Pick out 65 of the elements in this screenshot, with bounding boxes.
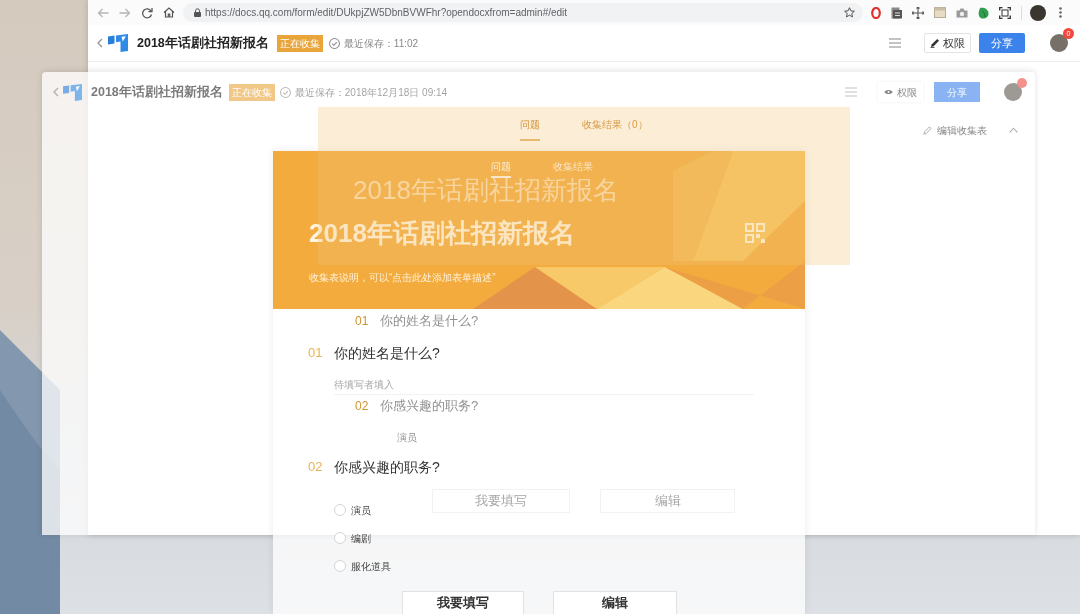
frame-icon[interactable] <box>999 6 1011 19</box>
move-icon[interactable] <box>912 6 924 19</box>
question-text: 你感兴趣的职务? <box>380 397 479 416</box>
user-avatar[interactable] <box>1050 34 1068 52</box>
question-number: 02 <box>355 398 370 415</box>
user-avatar[interactable] <box>1004 83 1022 101</box>
question-number: 02 <box>308 458 324 477</box>
document-icon[interactable] <box>891 6 902 19</box>
radio-button[interactable] <box>334 504 346 516</box>
form-action-button[interactable]: 编辑 <box>553 591 677 614</box>
question-number: 01 <box>308 344 324 363</box>
logo-icon <box>63 83 82 101</box>
radio-button[interactable] <box>334 560 346 572</box>
option-label: 编剧 <box>351 531 371 546</box>
question-number: 01 <box>355 313 370 330</box>
edit-form-link[interactable]: 编辑收集表 <box>937 122 987 138</box>
form-title: 2018年话剧社招新报名 <box>353 177 619 203</box>
tab[interactable]: 问题 <box>520 118 540 141</box>
question-text: 你的姓名是什么? <box>380 312 479 331</box>
document-title: 2018年话剧社招新报名 <box>137 34 269 52</box>
home-icon[interactable] <box>163 7 175 18</box>
profile-avatar[interactable] <box>1030 4 1046 21</box>
more-icon[interactable] <box>1059 7 1062 18</box>
status-badge: 正在收集 <box>228 83 275 101</box>
bookmark-star-icon[interactable] <box>844 7 855 18</box>
question-text: 你感兴趣的职务? <box>334 457 440 477</box>
chevron-up-icon[interactable] <box>1009 127 1018 133</box>
permission-button[interactable]: 权限 <box>924 33 971 53</box>
back-chevron-icon[interactable] <box>97 38 103 48</box>
save-status: 最近保存：11:02 <box>343 36 419 51</box>
address-bar[interactable]: https://docs.qq.com/form/edit/DUkpjZW5DbnBVWFhr?opendocxfrom=admin#/edit <box>183 3 863 22</box>
check-circle-icon <box>328 37 340 49</box>
ring-icon[interactable] <box>871 6 881 19</box>
form-action-button[interactable]: 我要填写 <box>402 591 524 614</box>
status-badge: 正在收集 <box>276 34 323 52</box>
radio-button[interactable] <box>334 532 346 544</box>
question-text: 你的姓名是什么? <box>334 343 440 363</box>
menu-icon[interactable] <box>889 38 901 48</box>
option-label: 演员 <box>351 503 371 518</box>
logo-icon <box>108 34 128 52</box>
form-action-button[interactable]: 编辑 <box>600 489 735 513</box>
option-label: 服化道具 <box>351 559 391 574</box>
back-chevron-icon[interactable] <box>53 87 59 97</box>
pencil-icon <box>930 38 940 48</box>
share-button[interactable]: 分享 <box>979 33 1025 53</box>
form-description: 收集表说明，可以“点击此处添加表单描述” <box>309 272 496 283</box>
window-icon[interactable] <box>934 7 946 18</box>
back-arrow-icon[interactable] <box>97 7 109 18</box>
camera-icon[interactable] <box>956 7 968 18</box>
share-button[interactable]: 分享 <box>934 82 980 102</box>
check-circle-icon <box>279 86 291 98</box>
option-label: 演员 <box>397 432 417 444</box>
reload-icon[interactable] <box>141 6 153 19</box>
answer-field[interactable]: 待填写者填入 <box>334 375 754 395</box>
tab[interactable]: 收集结果（0） <box>582 118 648 141</box>
save-status: 最近保存：2018年12月18日 09:14 <box>294 85 448 100</box>
pencil-icon <box>923 125 932 135</box>
document-title: 2018年话剧社招新报名 <box>91 83 223 101</box>
form-action-button[interactable]: 我要填写 <box>432 489 570 513</box>
permission-button[interactable]: 权限 <box>878 82 923 102</box>
eye-icon <box>884 89 893 95</box>
forward-arrow-icon[interactable] <box>119 7 131 18</box>
lock-icon <box>194 8 201 17</box>
form-title: 2018年话剧社招新报名 <box>309 217 575 249</box>
leaf-icon[interactable] <box>978 6 989 19</box>
